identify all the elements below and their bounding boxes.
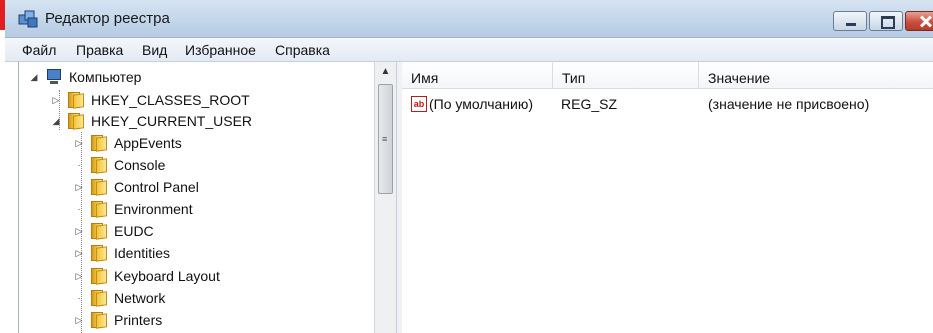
- tree-label: Компьютер: [69, 69, 142, 85]
- tree-node-printers[interactable]: ▷ Printers: [74, 310, 162, 330]
- table-row[interactable]: ab (По умолчанию): [411, 94, 533, 114]
- menu-view[interactable]: Вид: [142, 42, 167, 58]
- close-button[interactable]: [905, 11, 933, 31]
- folder-icon: [88, 179, 108, 195]
- tree-node-identities[interactable]: ▷ Identities: [74, 243, 170, 263]
- folder-icon: [88, 223, 108, 239]
- expand-arrow-icon[interactable]: ▷: [74, 271, 84, 282]
- column-header-type[interactable]: Тип: [553, 62, 699, 89]
- tree-label: EUDC: [114, 223, 154, 239]
- grip-icon: ≡: [382, 134, 388, 144]
- tree-branch: ·: [77, 293, 81, 303]
- tree-label: Keyboard Layout: [114, 268, 220, 284]
- menu-favorites[interactable]: Избранное: [185, 42, 256, 58]
- computer-icon: [43, 69, 63, 85]
- tree-label: Network: [114, 290, 166, 306]
- menu-edit[interactable]: Правка: [76, 42, 123, 58]
- folder-icon: [88, 157, 108, 173]
- folder-icon: [88, 268, 108, 284]
- folder-icon: [88, 245, 108, 261]
- tree-branch: ·: [77, 160, 81, 170]
- expand-arrow-icon[interactable]: ▷: [74, 138, 84, 149]
- tree-label: HKEY_CLASSES_ROOT: [91, 92, 250, 108]
- column-header-name[interactable]: Имя: [402, 62, 553, 89]
- tree-label: Printers: [114, 312, 163, 328]
- tree-label: Environment: [114, 201, 193, 217]
- folder-icon: [88, 135, 108, 151]
- string-value-icon: ab: [411, 96, 427, 112]
- expand-arrow-icon[interactable]: ▷: [74, 182, 84, 193]
- folder-icon: [88, 201, 108, 217]
- folder-icon: [88, 312, 108, 328]
- scroll-thumb[interactable]: ≡: [378, 84, 393, 194]
- expand-arrow-icon[interactable]: ▷: [74, 226, 84, 237]
- menu-bar: Файл Правка Вид Избранное Справка: [5, 38, 933, 62]
- menu-help[interactable]: Справка: [275, 42, 330, 58]
- expand-arrow-icon[interactable]: ▷: [74, 315, 84, 326]
- tree-branch: ·: [77, 204, 81, 214]
- collapse-arrow-icon[interactable]: ◢: [29, 72, 39, 83]
- tree-scrollbar[interactable]: ▲ ≡: [374, 62, 396, 333]
- tree-node-hkcu[interactable]: ◢ HKEY_CURRENT_USER: [51, 111, 252, 131]
- minimize-button[interactable]: [833, 11, 867, 31]
- collapse-arrow-icon[interactable]: ◢: [51, 116, 61, 127]
- tree-label: HKEY_CURRENT_USER: [91, 113, 253, 129]
- folder-icon: [65, 113, 85, 129]
- menu-file[interactable]: Файл: [22, 42, 56, 58]
- folder-icon: [65, 92, 85, 108]
- tree-node-console[interactable]: · Console: [74, 155, 165, 175]
- tree-node-control-panel[interactable]: ▷ Control Panel: [74, 177, 199, 197]
- folder-icon: [88, 290, 108, 306]
- scroll-up-arrow-icon[interactable]: ▲: [375, 62, 396, 81]
- expand-arrow-icon[interactable]: ▷: [51, 95, 61, 106]
- tree-label: Console: [114, 157, 166, 173]
- values-list-pane[interactable]: Имя Тип Значение ab (По умолчанию) REG_S…: [402, 62, 933, 333]
- maximize-button[interactable]: [869, 11, 903, 31]
- value-name: (По умолчанию): [429, 96, 534, 112]
- window-title: Редактор реестра: [45, 10, 170, 27]
- value-data: (значение не присвоено): [708, 96, 870, 112]
- tree-node-computer[interactable]: ◢ Компьютер: [29, 67, 141, 87]
- table-row-data: (значение не присвоено): [708, 94, 869, 114]
- tree-label: Control Panel: [114, 179, 199, 195]
- table-row-type: REG_SZ: [561, 94, 617, 114]
- expand-arrow-icon[interactable]: ▷: [74, 248, 84, 259]
- tree-node-environment[interactable]: · Environment: [74, 199, 193, 219]
- tree-node-eudc[interactable]: ▷ EUDC: [74, 221, 154, 241]
- tree-node-network[interactable]: · Network: [74, 288, 165, 308]
- value-type: REG_SZ: [561, 96, 618, 112]
- tree-node-hkcr[interactable]: ▷ HKEY_CLASSES_ROOT: [51, 90, 250, 110]
- key-tree-pane[interactable]: ◢ Компьютер ▷ HKEY_CLASSES_ROOT ◢ HKEY_C…: [18, 62, 396, 333]
- tree-node-keyboard-layout[interactable]: ▷ Keyboard Layout: [74, 266, 220, 286]
- tree-node-appevents[interactable]: ▷ AppEvents: [74, 133, 182, 153]
- tree-label: Identities: [114, 245, 171, 261]
- title-bar: Редактор реестра: [5, 0, 933, 38]
- tree-label: AppEvents: [114, 135, 182, 151]
- column-header-value[interactable]: Значение: [699, 62, 933, 89]
- regedit-icon: [18, 10, 38, 28]
